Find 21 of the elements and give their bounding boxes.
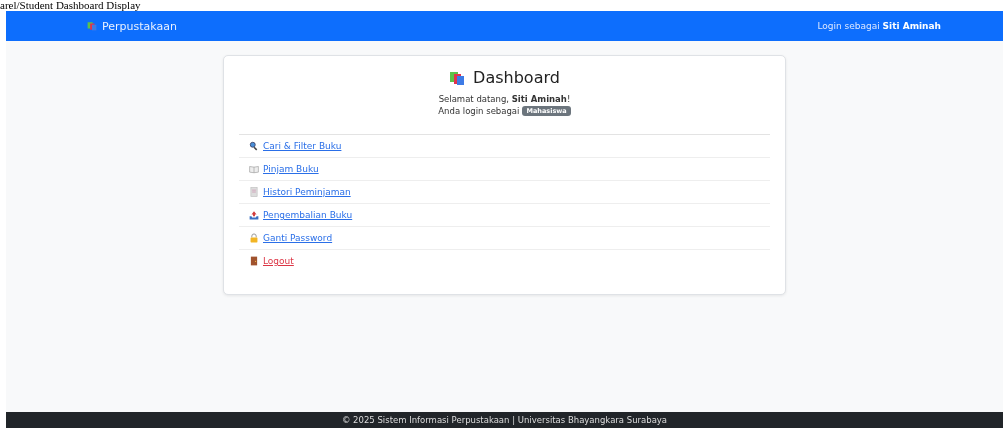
document-icon: [249, 187, 259, 197]
caption-text: arel/Student Dashboard Display: [0, 0, 141, 11]
open-book-icon: [249, 164, 259, 174]
magnifier-icon: [249, 141, 259, 151]
menu-link[interactable]: Pinjam Buku: [249, 164, 319, 174]
dashboard-title: Dashboard: [473, 68, 560, 87]
welcome-text: Selamat datang, Siti Aminah!: [438, 93, 571, 105]
menu-link[interactable]: Cari & Filter Buku: [249, 141, 342, 151]
login-status: Login sebagai Siti Aminah: [817, 21, 941, 31]
door-icon: [249, 256, 259, 266]
lock-icon: [249, 233, 259, 243]
menu-link[interactable]: Pengembalian Buku: [249, 210, 353, 220]
menu-link[interactable]: Histori Peminjaman: [249, 187, 351, 197]
brand-link[interactable]: Perpustakaan: [87, 19, 177, 33]
menu-link[interactable]: Ganti Password: [249, 233, 333, 243]
footer-text: © 2025 Sistem Informasi Perpustakaan | Universitas Bhayangkara Surabaya: [6, 412, 1003, 428]
books-icon: [449, 69, 466, 86]
role-text: Anda login sebagai: [438, 105, 520, 117]
inbox-tray-icon: [249, 210, 259, 220]
books-icon: [87, 21, 97, 31]
menu-link[interactable]: Logout: [249, 256, 294, 266]
